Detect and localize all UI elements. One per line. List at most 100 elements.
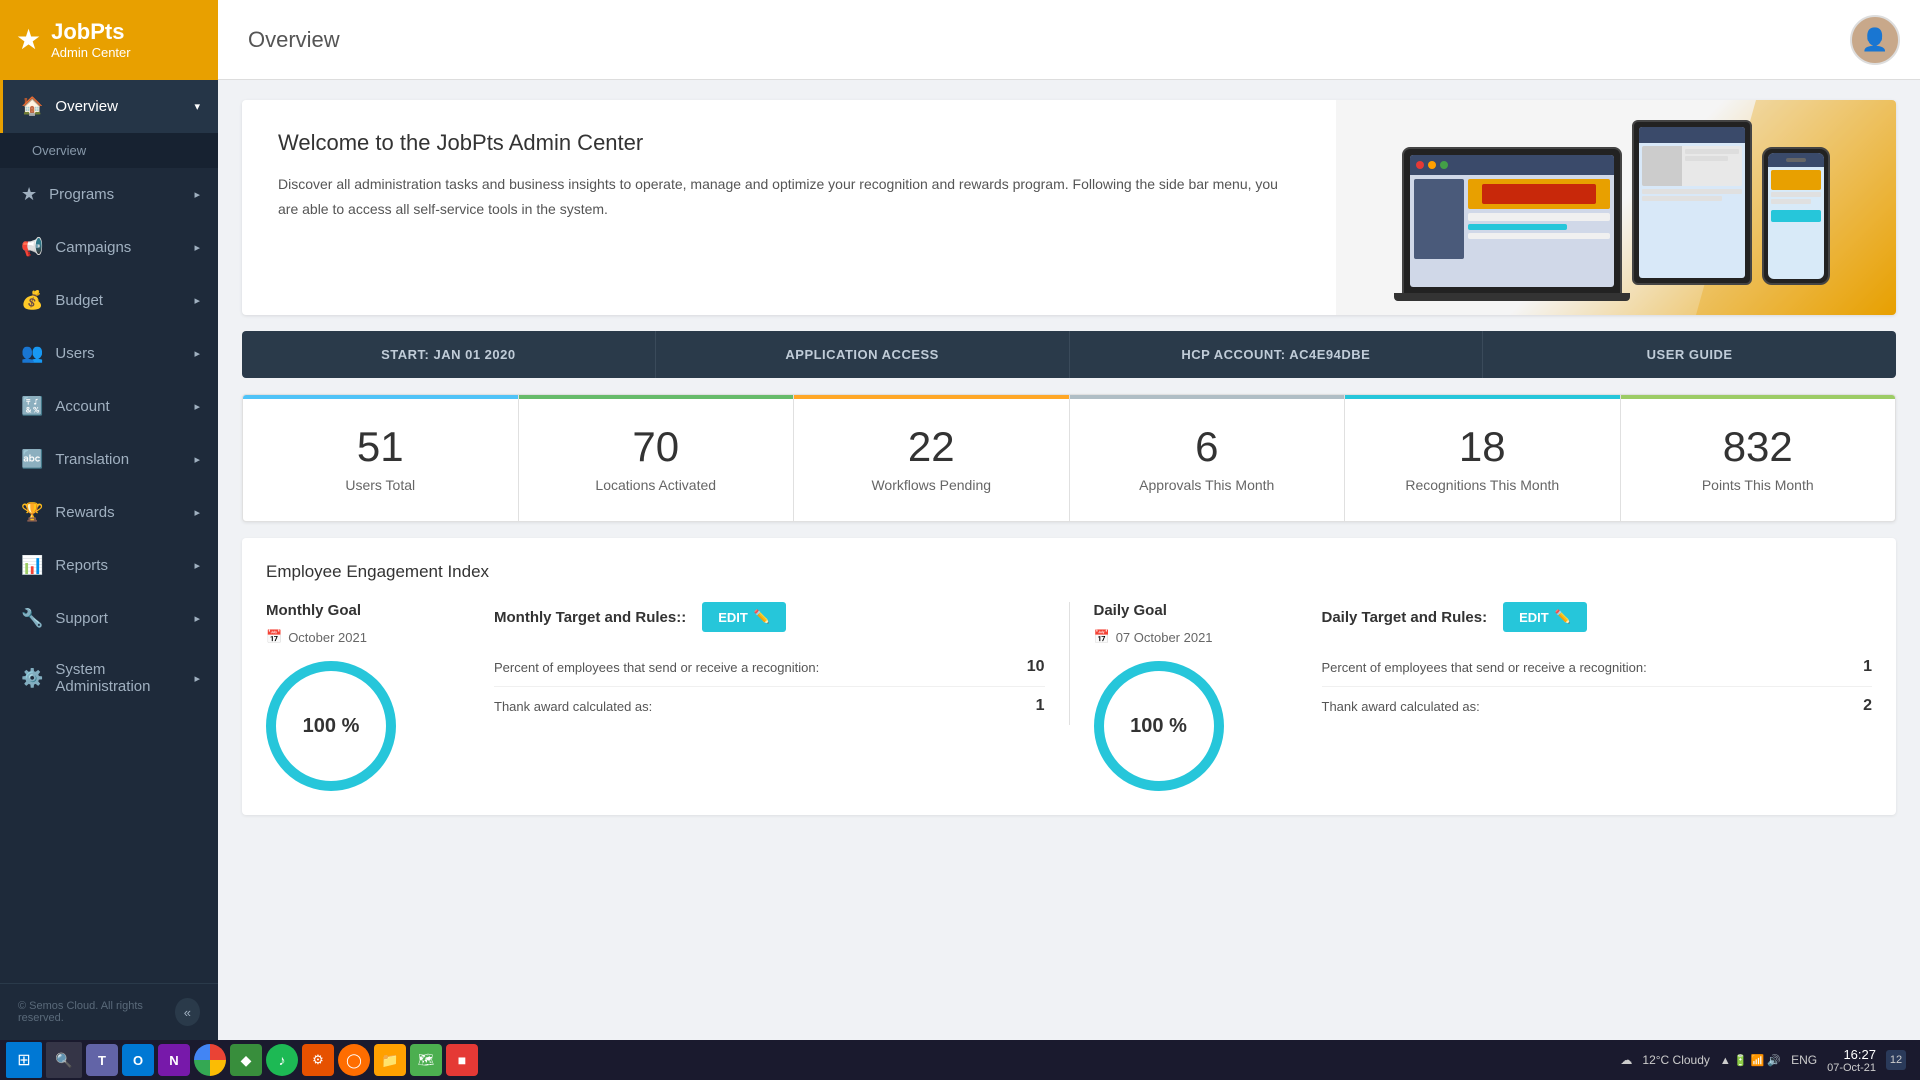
sidebar-item-overview[interactable]: 🏠 Overview ▾: [0, 80, 218, 133]
user-avatar[interactable]: 👤: [1850, 15, 1900, 65]
sidebar-item-support[interactable]: 🔧 Support ▸: [0, 592, 218, 645]
sidebar-item-programs[interactable]: ★ Programs ▸: [0, 168, 218, 221]
stat-label-approvals: Approvals This Month: [1090, 477, 1325, 493]
taskbar-chrome[interactable]: [194, 1044, 226, 1076]
taskbar-red[interactable]: ■: [446, 1044, 478, 1076]
engagement-title: Employee Engagement Index: [266, 562, 1872, 582]
info-bar-app-access[interactable]: APPLICATION ACCESS: [656, 331, 1070, 378]
monthly-goal-circle: 100 %: [266, 661, 396, 791]
taskbar-onenote[interactable]: N: [158, 1044, 190, 1076]
chevron-right-icon-users: ▸: [194, 347, 200, 360]
stat-card-locations[interactable]: 70 Locations Activated: [519, 395, 795, 521]
taskbar-tray: ☁ 12°C Cloudy ▲ 🔋 📶 🔊 ENG 16:27 07-Oct-2…: [1612, 1047, 1914, 1074]
star-icon: ★: [21, 184, 37, 205]
sidebar-item-translation[interactable]: 🔤 Translation ▸: [0, 433, 218, 486]
sidebar-footer: © Semos Cloud. All rights reserved. «: [0, 983, 218, 1040]
daily-rule-label-1: Thank award calculated as:: [1322, 699, 1480, 714]
sidebar-item-sysadmin[interactable]: ⚙️ System Administration ▸: [0, 645, 218, 711]
stat-label-points: Points This Month: [1641, 477, 1876, 493]
taskbar-teams[interactable]: T: [86, 1044, 118, 1076]
monthly-goal-date: 📅 October 2021: [266, 629, 446, 645]
welcome-banner: Welcome to the JobPts Admin Center Disco…: [242, 100, 1896, 315]
daily-goal-date-text: 07 October 2021: [1116, 630, 1213, 645]
device-phone: [1762, 147, 1830, 285]
monthly-rule-label-1: Thank award calculated as:: [494, 699, 652, 714]
welcome-body: Discover all administration tasks and bu…: [278, 172, 1300, 222]
sidebar-label-sysadmin: System Administration: [55, 661, 182, 695]
collapse-button[interactable]: «: [175, 998, 200, 1026]
stat-number-points: 832: [1641, 423, 1876, 471]
logo-text: JobPts Admin Center: [51, 19, 130, 60]
stat-number-approvals: 6: [1090, 423, 1325, 471]
app-name: JobPts: [51, 19, 130, 45]
edit-icon-daily: ✏️: [1555, 609, 1571, 625]
support-icon: 🔧: [21, 608, 43, 629]
stat-card-users[interactable]: 51 Users Total: [243, 395, 519, 521]
main-content: Welcome to the JobPts Admin Center Disco…: [218, 80, 1920, 1040]
daily-edit-button[interactable]: EDIT ✏️: [1503, 602, 1587, 632]
monthly-rule-value-0: 10: [1027, 658, 1045, 676]
daily-rule-value-1: 2: [1863, 697, 1872, 715]
edit-icon-monthly: ✏️: [754, 609, 770, 625]
taskbar-outlook[interactable]: O: [122, 1044, 154, 1076]
search-button[interactable]: 🔍: [46, 1042, 82, 1078]
monthly-edit-button[interactable]: EDIT ✏️: [702, 602, 786, 632]
monthly-rules-column: Monthly Target and Rules:: EDIT ✏️ Perce…: [470, 602, 1070, 725]
stat-number-users: 51: [263, 423, 498, 471]
sidebar-item-budget[interactable]: 💰 Budget ▸: [0, 274, 218, 327]
info-bar-user-guide[interactable]: USER GUIDE: [1483, 331, 1896, 378]
sidebar-label-reports: Reports: [55, 557, 108, 574]
chevron-right-icon-reports: ▸: [194, 559, 200, 572]
top-bar: ★ JobPts Admin Center Overview 👤: [0, 0, 1920, 80]
stats-row: 51 Users Total 70 Locations Activated 22…: [242, 394, 1896, 522]
sidebar-item-reports[interactable]: 📊 Reports ▸: [0, 539, 218, 592]
start-button[interactable]: ⊞: [6, 1042, 42, 1078]
sidebar-item-account[interactable]: 🔣 Account ▸: [0, 380, 218, 433]
sidebar-item-campaigns[interactable]: 📢 Campaigns ▸: [0, 221, 218, 274]
sidebar-label-rewards: Rewards: [55, 504, 114, 521]
home-icon: 🏠: [21, 96, 43, 117]
monthly-goal-column: Monthly Goal 📅 October 2021 100 %: [266, 602, 446, 791]
calendar-icon-monthly: 📅: [266, 629, 282, 645]
taskbar-firefox[interactable]: ◯: [338, 1044, 370, 1076]
stat-card-workflows[interactable]: 22 Workflows Pending: [794, 395, 1070, 521]
notification-badge[interactable]: 12: [1886, 1050, 1906, 1070]
taskbar-orange[interactable]: ⚙: [302, 1044, 334, 1076]
daily-rule-row-0: Percent of employees that send or receiv…: [1322, 648, 1873, 687]
device-tablet: [1632, 120, 1752, 285]
clock-date: 07-Oct-21: [1827, 1062, 1876, 1074]
stat-label-workflows: Workflows Pending: [814, 477, 1049, 493]
sidebar-item-rewards[interactable]: 🏆 Rewards ▸: [0, 486, 218, 539]
sidebar-label-support: Support: [55, 610, 108, 627]
engagement-grid: Monthly Goal 📅 October 2021 100 % Monthl…: [266, 602, 1872, 791]
campaigns-icon: 📢: [21, 237, 43, 258]
clock-time: 16:27: [1827, 1047, 1876, 1062]
logo-area: ★ JobPts Admin Center: [0, 0, 218, 80]
tray-lang: ENG: [1791, 1053, 1817, 1067]
stat-card-points[interactable]: 832 Points This Month: [1621, 395, 1896, 521]
sidebar-copyright: © Semos Cloud. All rights reserved.: [18, 1000, 175, 1024]
daily-rule-row-1: Thank award calculated as: 2: [1322, 687, 1873, 725]
stat-card-recognitions[interactable]: 18 Recognitions This Month: [1345, 395, 1621, 521]
taskbar-spotify[interactable]: ♪: [266, 1044, 298, 1076]
sidebar-item-overview-sub[interactable]: Overview: [0, 133, 218, 168]
taskbar-greenapp[interactable]: ◆: [230, 1044, 262, 1076]
edit-label-monthly: EDIT: [718, 610, 748, 625]
monthly-rule-row-0: Percent of employees that send or receiv…: [494, 648, 1045, 687]
info-bar-start-date: START: JAN 01 2020: [242, 331, 656, 378]
stat-label-recognitions: Recognitions This Month: [1365, 477, 1600, 493]
taskbar-folder[interactable]: 📁: [374, 1044, 406, 1076]
daily-rules-column: Daily Target and Rules: EDIT ✏️ Percent …: [1298, 602, 1873, 725]
chevron-right-icon-sysadmin: ▸: [194, 672, 200, 685]
chevron-right-icon-campaigns: ▸: [194, 241, 200, 254]
sidebar-nav: 🏠 Overview ▾ Overview ★ Programs ▸ 📢 Cam…: [0, 80, 218, 711]
sidebar-label-overview: Overview: [55, 98, 118, 115]
stat-label-locations: Locations Activated: [539, 477, 774, 493]
sidebar-label-account: Account: [55, 398, 109, 415]
stat-card-approvals[interactable]: 6 Approvals This Month: [1070, 395, 1346, 521]
weather-icon: ☁: [1620, 1053, 1632, 1067]
page-title: Overview: [218, 27, 1850, 53]
sidebar-item-users[interactable]: 👥 Users ▸: [0, 327, 218, 380]
edit-label-daily: EDIT: [1519, 610, 1549, 625]
taskbar-maps[interactable]: 🗺: [410, 1044, 442, 1076]
